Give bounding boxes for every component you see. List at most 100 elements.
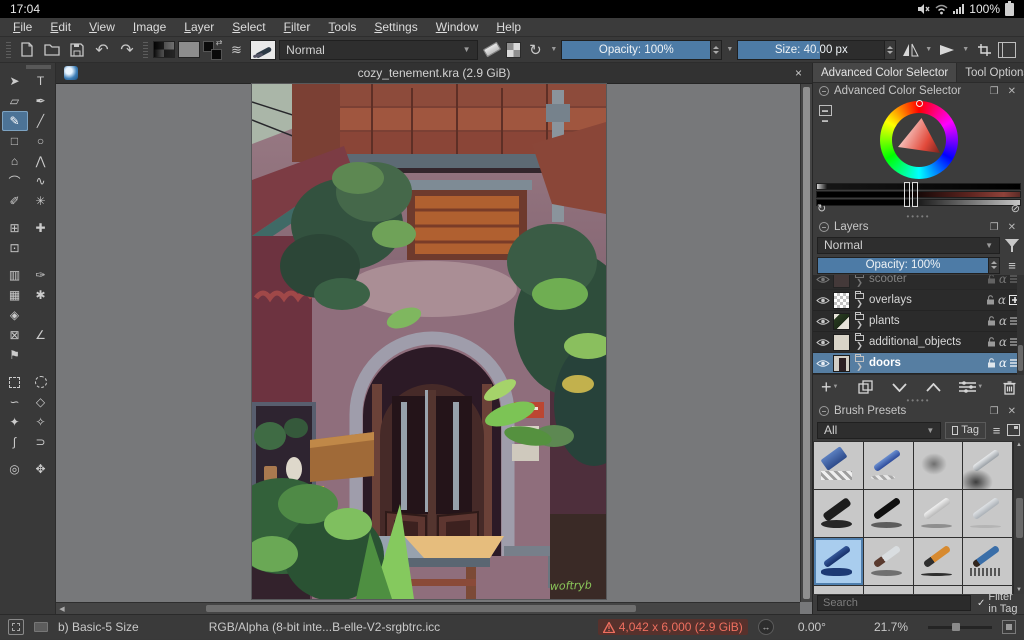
move-layer-up-button[interactable] [925,382,941,392]
tool-pan[interactable]: ✥ [28,459,54,479]
brush-preset-chooser[interactable] [250,39,277,60]
gradient-chooser[interactable] [152,41,175,58]
lock-icon[interactable] [987,275,996,284]
tool-move[interactable]: ✚ [28,218,54,238]
blending-mode-dropdown[interactable]: Normal ▼ [279,39,478,60]
foreground-background-colors[interactable]: ⇄ [202,38,223,60]
menu-edit[interactable]: Edit [41,19,80,35]
tool-pattern-edit[interactable]: ▦ [2,285,28,305]
visibility-eye-icon[interactable] [816,275,830,284]
tool-contiguous-select[interactable]: ✦ [2,412,28,432]
brush-preset[interactable] [963,490,1012,537]
save-button[interactable] [66,39,88,61]
add-layer-button[interactable]: + ▼ [821,377,839,398]
layer-opacity-slider[interactable]: Opacity: 100% [817,256,1000,274]
mirror-vertical-button[interactable] [936,39,958,61]
tool-bezier-curve[interactable]: ⌒ [2,171,28,191]
preserve-alpha-button[interactable] [505,41,522,58]
disable-selector-icon[interactable]: ⊘ [1011,202,1020,215]
tool-magnetic-select[interactable]: ⊃ [28,432,54,452]
float-docker-button[interactable]: ❐ [988,222,1001,233]
tool-fill[interactable]: ◈ [2,305,28,325]
tool-polygon[interactable]: ⌂ [2,151,28,171]
inherit-alpha-icon[interactable]: α [998,293,1006,307]
inherit-alpha-icon[interactable]: α [999,275,1007,286]
layer-row-plants[interactable]: ❯ plants α [813,311,1024,332]
dropdown-arrow-icon[interactable]: ▼ [924,46,933,53]
tag-button[interactable]: Tag [945,421,986,439]
brush-preset[interactable] [863,490,913,537]
layer-blend-mode-dropdown[interactable]: Normal ▼ [817,236,1000,254]
brush-preset[interactable] [963,538,1012,585]
close-document-button[interactable]: × [785,66,812,80]
size-spinner[interactable] [885,39,897,60]
tool-gradient[interactable]: ▥ [2,265,28,285]
selection-mode-icon[interactable] [8,619,24,635]
trim-canvas-button[interactable] [973,39,995,61]
tool-ellipse[interactable]: ○ [28,131,54,151]
group-expand-icon[interactable]: ❯ [853,290,866,308]
inherit-alpha-icon[interactable]: α [999,356,1007,370]
float-docker-button[interactable]: ❐ [988,86,1001,97]
brush-preset[interactable] [814,586,863,594]
zoom-fit-button[interactable] [1002,620,1016,634]
zoom-slider[interactable] [928,622,992,631]
tool-select[interactable]: ➤ [2,71,28,91]
group-expand-icon[interactable]: ❯ [853,311,866,329]
layer-row-additional-objects[interactable]: ❯ additional_objects α [813,332,1024,353]
preset-search-input[interactable] [817,595,971,611]
layer-filter-icon[interactable] [1004,237,1020,253]
layer-properties-button[interactable]: ▼ [959,381,984,393]
tab-advanced-color-selector[interactable]: Advanced Color Selector [813,63,958,82]
layer-row-scooter[interactable]: ❯ scooter α [813,275,1024,290]
tool-calligraphy[interactable]: ✒ [28,91,54,111]
lock-icon[interactable] [987,316,996,326]
mirror-horizontal-button[interactable] [899,39,921,61]
tool-rectangle[interactable]: □ [2,131,28,151]
brush-settings-icon[interactable]: ≋ [225,39,247,61]
tool-bezier-select[interactable]: ∫ [2,432,28,452]
color-triangle[interactable] [898,118,940,153]
open-document-button[interactable] [41,39,63,61]
tool-rectangular-select[interactable] [2,372,28,392]
menu-window[interactable]: Window [427,19,488,35]
tool-smart-patch[interactable]: ✱ [28,285,54,305]
close-docker-button[interactable]: ✕ [1006,406,1018,417]
brush-preset[interactable] [913,586,963,594]
menu-settings[interactable]: Settings [365,19,426,35]
tool-enclose-fill[interactable]: ⊠ [2,325,28,345]
dropdown-arrow-icon[interactable]: ▼ [725,46,734,53]
menu-view[interactable]: View [80,19,124,35]
tool-elliptical-select[interactable] [28,372,54,392]
new-document-button[interactable] [16,39,38,61]
delete-layer-button[interactable] [1003,380,1016,395]
undo-button[interactable]: ↶ [91,39,113,61]
redo-button[interactable]: ↷ [116,39,138,61]
menu-file[interactable]: File [4,19,41,35]
layer-row-overlays[interactable]: ❯ overlays α [813,290,1024,311]
dropdown-arrow-icon[interactable]: ▼ [549,46,558,53]
opacity-slider[interactable]: Opacity: 100% [561,39,723,60]
lock-icon[interactable] [987,358,996,368]
pattern-chooser[interactable] [177,41,200,58]
color-wheel[interactable] [880,100,958,179]
close-docker-button[interactable]: ✕ [1006,86,1018,97]
tool-measure[interactable]: ∠ [28,325,54,345]
layer-row-doors[interactable]: ❯ doors α [813,353,1024,374]
float-docker-button[interactable]: ❐ [988,406,1001,417]
menu-image[interactable]: Image [124,19,175,35]
lock-icon[interactable] [986,295,995,305]
close-docker-button[interactable]: ✕ [1006,222,1018,233]
menu-tools[interactable]: Tools [319,19,365,35]
canvas-vertical-scrollbar[interactable] [800,84,812,602]
reload-preset-button[interactable]: ↻ [524,39,546,61]
visibility-eye-icon[interactable] [816,359,830,368]
tool-dynamic-brush[interactable]: ✐ [2,191,28,211]
tab-tool-options[interactable]: Tool Options [957,63,1024,82]
move-layer-down-button[interactable] [892,382,907,392]
filter-in-tag-checkbox[interactable]: ✓ Filter in Tag [977,591,1020,615]
tool-freehand-brush[interactable]: ✎ [1,111,28,131]
brush-preset[interactable] [814,442,863,489]
refresh-colors-icon[interactable]: ↻ [817,202,826,215]
group-expand-icon[interactable]: ❯ [853,332,866,350]
